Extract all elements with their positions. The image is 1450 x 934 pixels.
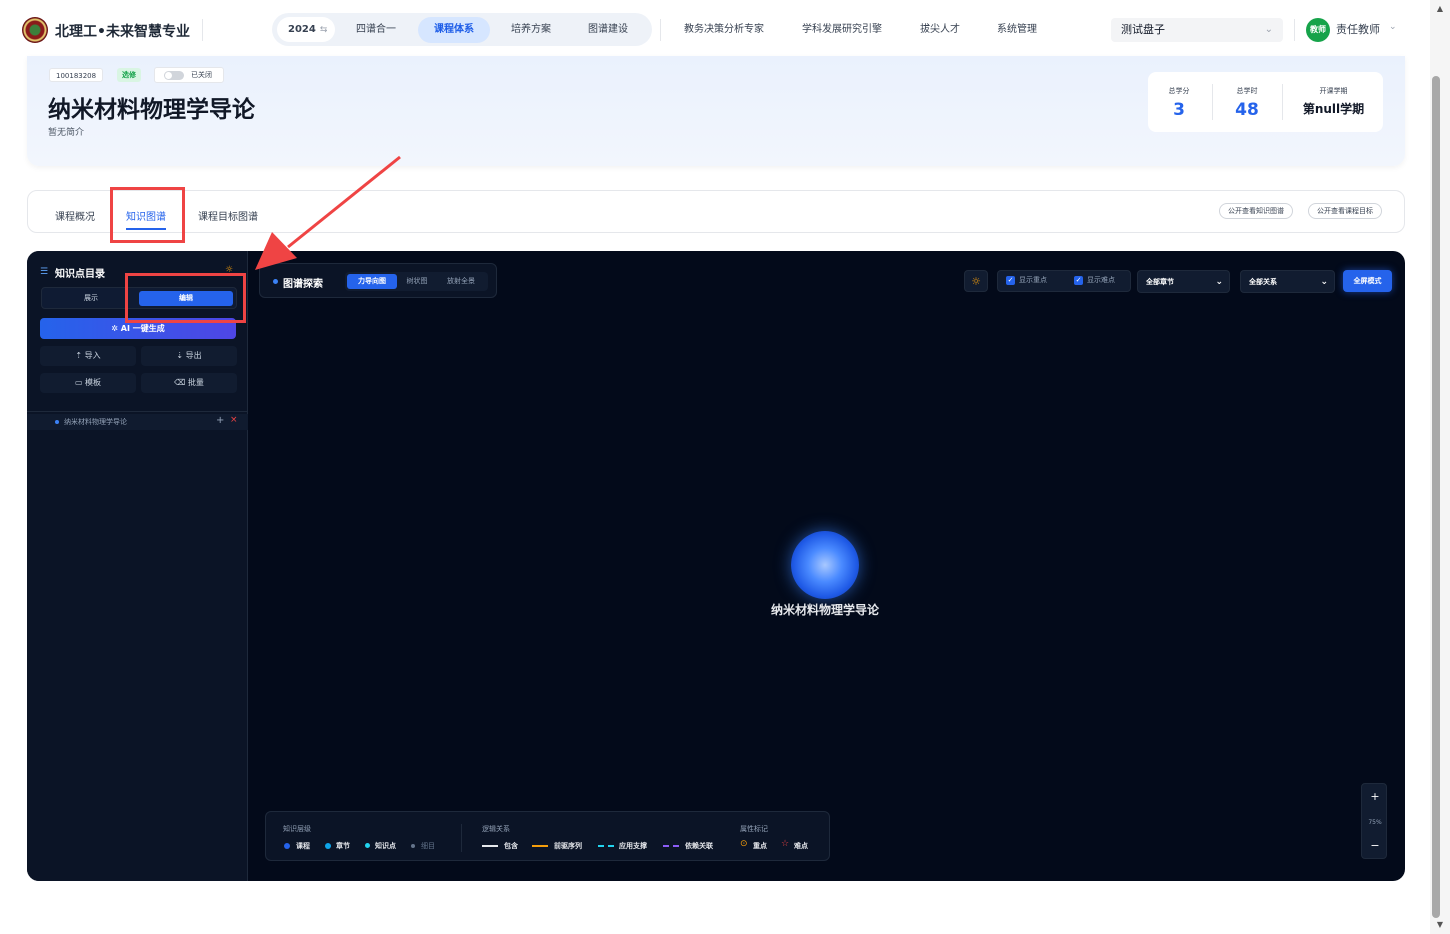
annotation-arrow: [255, 155, 401, 270]
